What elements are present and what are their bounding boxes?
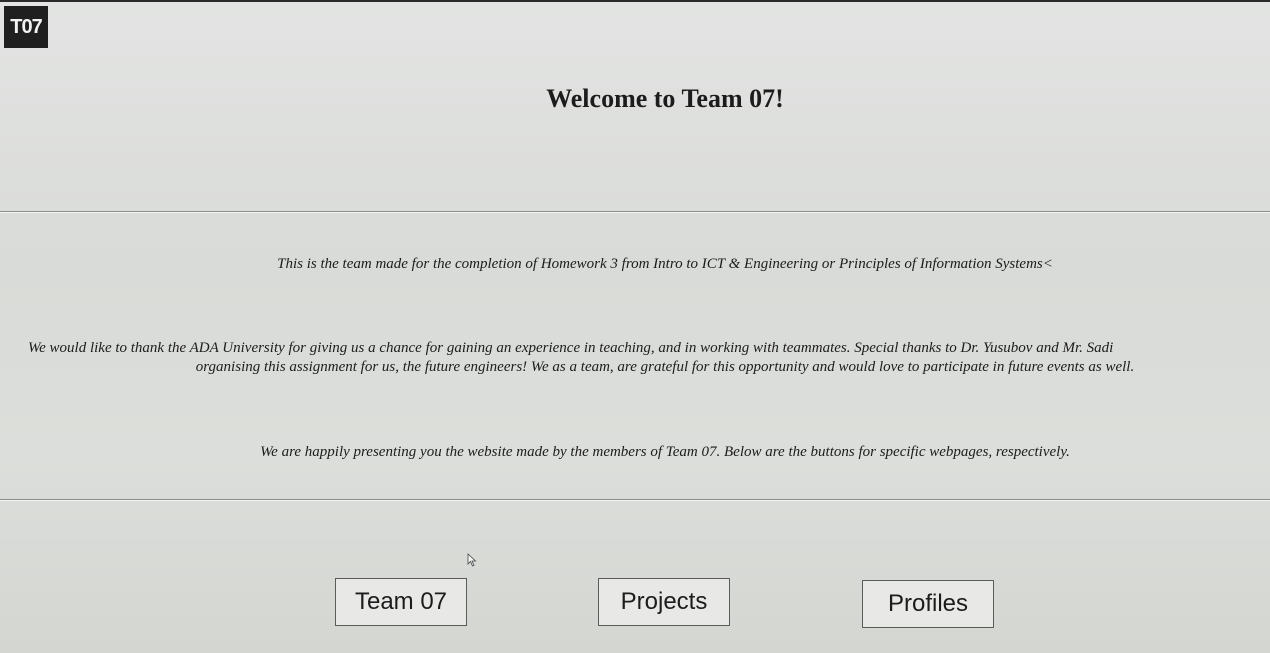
thanks-text-line2: organising this assignment for us, the f…: [195, 359, 1135, 375]
logo-text: T07: [10, 15, 42, 38]
profiles-button[interactable]: Profiles: [862, 580, 994, 628]
projects-button[interactable]: Projects: [598, 578, 730, 626]
intro-text: This is the team made for the completion…: [277, 256, 1053, 272]
top-edge: [0, 0, 1270, 2]
divider-top: [0, 211, 1270, 213]
presenting-text: We are happily presenting you the websit…: [260, 444, 1070, 460]
team-logo: T07: [4, 6, 48, 48]
divider-bottom: [0, 499, 1270, 501]
mouse-pointer-icon: [467, 553, 477, 567]
page-title: Welcome to Team 07!: [546, 84, 784, 113]
thanks-text-line1: We would like to thank the ADA Universit…: [28, 340, 1114, 356]
team-07-button[interactable]: Team 07: [335, 578, 467, 626]
